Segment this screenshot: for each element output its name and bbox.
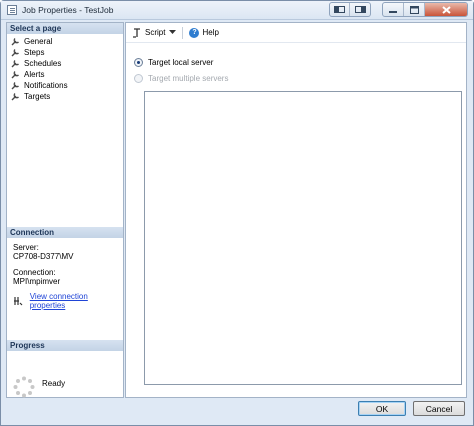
maximize-button[interactable]: [404, 3, 425, 16]
view-connection-properties-link[interactable]: View connection properties: [30, 292, 123, 310]
wrench-icon: [11, 92, 20, 101]
minimize-icon: [389, 10, 397, 13]
connection-properties-row: View connection properties: [13, 292, 123, 310]
wrench-icon: [11, 48, 20, 57]
sidebar-item-label: Schedules: [24, 59, 62, 68]
maximize-icon: [409, 5, 419, 14]
server-label: Server:: [13, 243, 39, 252]
target-multiple-radio: Target multiple servers: [134, 74, 228, 83]
target-local-label: Target local server: [148, 58, 214, 67]
progress-row: Ready: [13, 376, 65, 398]
window-controls: [382, 2, 468, 17]
script-label: Script: [145, 28, 166, 37]
help-button[interactable]: ? Help: [187, 25, 220, 41]
target-servers-list: [144, 91, 462, 385]
sidebar-item-label: Alerts: [24, 70, 45, 79]
sidebar-item-steps[interactable]: Steps: [11, 47, 68, 58]
select-page-header: Select a page: [7, 23, 123, 34]
script-icon: [133, 27, 140, 38]
snap-right-icon: [354, 6, 366, 13]
snap-controls: [329, 2, 371, 17]
ok-button[interactable]: OK: [358, 401, 406, 416]
connection-properties-icon: [14, 297, 23, 306]
progress-header: Progress: [7, 340, 123, 351]
server-value: CP708-D377\MV: [13, 252, 74, 261]
sidebar-item-label: Targets: [24, 92, 51, 101]
wrench-icon: [11, 59, 20, 68]
title-bar[interactable]: Job Properties - TestJob: [1, 1, 473, 20]
wrench-icon: [11, 81, 20, 90]
sidebar-item-general[interactable]: General: [11, 36, 68, 47]
target-multiple-label: Target multiple servers: [148, 74, 229, 83]
target-local-radio[interactable]: Target local server: [134, 58, 213, 67]
connection-header: Connection: [7, 227, 123, 238]
sidebar-item-notifications[interactable]: Notifications: [11, 80, 68, 91]
cancel-button[interactable]: Cancel: [413, 401, 465, 416]
toolbar-separator: [182, 26, 184, 39]
wrench-icon: [11, 37, 20, 46]
snap-left-icon: [334, 6, 345, 13]
main-panel: Script ? Help Target local server Target…: [125, 22, 467, 398]
minimize-button[interactable]: [383, 3, 404, 16]
sidebar-item-label: General: [24, 37, 53, 46]
page-list: General Steps Schedules Alerts Notificat…: [11, 36, 68, 102]
sidebar-item-label: Steps: [24, 48, 45, 57]
radio-unchecked-icon: [134, 74, 143, 83]
close-button[interactable]: [425, 3, 467, 16]
script-button[interactable]: Script: [130, 25, 167, 41]
help-icon: ?: [189, 27, 200, 38]
window-title: Job Properties - TestJob: [22, 5, 114, 15]
sidebar-item-schedules[interactable]: Schedules: [11, 58, 68, 69]
progress-spinner-icon: [13, 376, 35, 398]
help-label: Help: [202, 28, 219, 37]
sidebar-item-label: Notifications: [24, 81, 68, 90]
wrench-icon: [11, 70, 20, 79]
toolbar: Script ? Help: [126, 23, 466, 43]
close-icon: [441, 5, 451, 14]
connection-value: MPI\mpimver: [13, 277, 61, 286]
radio-checked-icon: [134, 58, 143, 67]
progress-status: Ready: [42, 379, 66, 388]
script-dropdown-button[interactable]: [167, 25, 178, 41]
chevron-down-icon: [169, 30, 177, 34]
sidebar-item-targets[interactable]: Targets: [11, 91, 68, 102]
snap-left-button[interactable]: [330, 3, 350, 16]
sidebar-item-alerts[interactable]: Alerts: [11, 69, 68, 80]
job-properties-window: Job Properties - TestJob Select a page G…: [0, 0, 474, 426]
window-icon: [7, 5, 17, 15]
snap-right-button[interactable]: [350, 3, 370, 16]
connection-label: Connection:: [13, 268, 56, 277]
sidebar: Select a page General Steps Schedules Al…: [6, 22, 124, 398]
